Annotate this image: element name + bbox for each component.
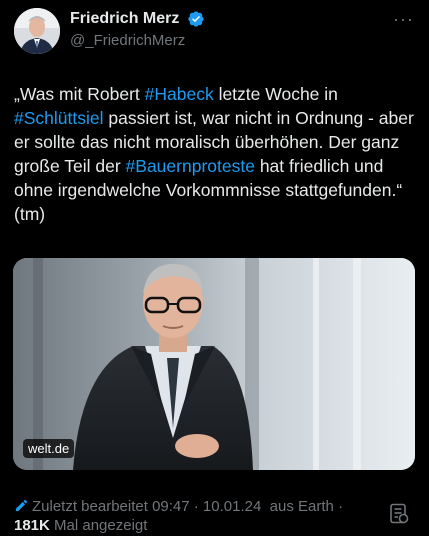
more-dots-icon[interactable]: ··· [393,10,414,28]
hashtag-link[interactable]: #Habeck [145,84,214,104]
verified-badge-icon [188,11,204,27]
pencil-edit-icon [15,499,28,512]
handle[interactable]: @_FriedrichMerz [70,32,205,49]
hashtag-link[interactable]: #Schlüttsiel [14,108,104,128]
edit-info-row: Zuletzt bearbeitet 09:47 · 10.01.24 aus … [14,497,343,516]
views-label: Mal angezeigt [54,517,148,534]
tweet-text: „Was mit Robert #Habeck letzte Woche in … [14,82,418,226]
author-names: Friedrich Merz @_FriedrichMerz [70,10,205,49]
media-photo [13,258,415,470]
avatar[interactable] [14,8,60,54]
tweet-text-segment: „Was mit Robert [14,84,145,104]
media-source-badge: welt.de [23,439,75,458]
tweet-text-segment: letzte Woche in [213,84,338,104]
meta-separator: · [338,498,344,515]
analytics-icon[interactable] [389,503,409,525]
display-name[interactable]: Friedrich Merz [70,10,179,28]
edited-timestamp[interactable]: Zuletzt bearbeitet 09:47 · 10.01.24 [32,498,261,515]
tweet-meta: Zuletzt bearbeitet 09:47 · 10.01.24 aus … [14,497,343,535]
views-count: 181K [14,517,50,534]
location-label: aus Earth [269,498,334,515]
hashtag-link[interactable]: #Bauernproteste [126,156,255,176]
tweet-media[interactable]: welt.de [13,258,415,470]
views-row: 181K Mal angezeigt [14,516,343,535]
tweet-header: Friedrich Merz @_FriedrichMerz ··· [14,8,418,56]
avatar-image [14,8,60,54]
